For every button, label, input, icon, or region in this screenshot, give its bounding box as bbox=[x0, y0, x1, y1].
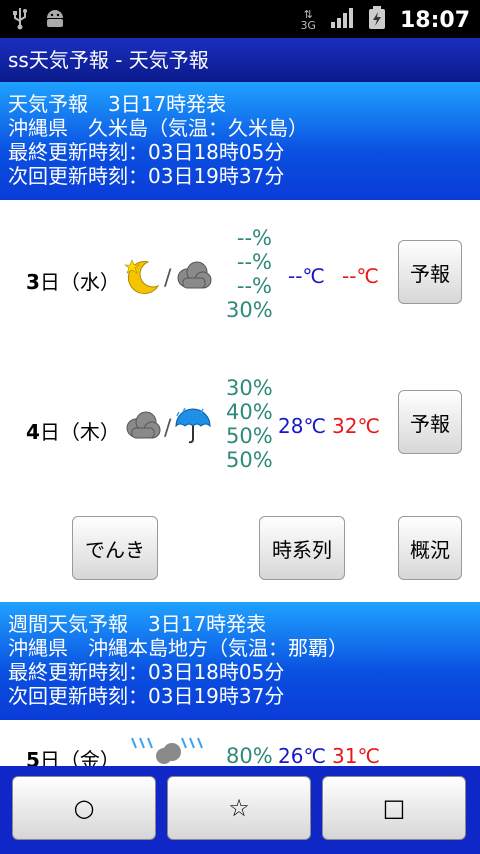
precip-chance: 30% bbox=[226, 376, 273, 400]
network-type-label: 3G bbox=[300, 19, 316, 32]
precip-chance: --% bbox=[236, 250, 272, 274]
precip-chance: 30% bbox=[226, 298, 273, 322]
precip-chance: 50% bbox=[226, 424, 273, 448]
app-title-bar: ss天気予報 - 天気予報 bbox=[0, 38, 480, 82]
battery-charging-icon bbox=[368, 6, 386, 34]
android-debug-icon bbox=[44, 7, 66, 33]
star-button[interactable]: ☆ bbox=[167, 776, 311, 840]
forecast-button[interactable]: 予報 bbox=[398, 240, 462, 304]
bottom-toolbar: ○ ☆ □ bbox=[0, 766, 480, 854]
cloud-icon bbox=[122, 408, 162, 448]
weekly-location: 沖縄県 沖縄本島地方（気温：那覇） bbox=[8, 636, 348, 660]
denki-button[interactable]: でんき bbox=[72, 516, 158, 580]
forecast-location: 沖縄県 久米島（気温：久米島） bbox=[8, 116, 308, 140]
umbrella-icon bbox=[173, 406, 213, 450]
weekly-row: 5日（金） 80% 26℃ 31℃ bbox=[0, 718, 480, 766]
clock: 18:07 bbox=[399, 7, 470, 33]
forecast-button[interactable]: 予報 bbox=[398, 390, 462, 454]
circle-button[interactable]: ○ bbox=[12, 776, 156, 840]
overview-button[interactable]: 概況 bbox=[398, 516, 462, 580]
weekly-info-panel: 週間天気予報 3日17時発表 沖縄県 沖縄本島地方（気温：那覇） 最終更新時刻：… bbox=[0, 602, 480, 720]
app-title: ss天気予報 - 天気予報 bbox=[8, 48, 209, 72]
cloud-icon bbox=[173, 258, 213, 298]
forecast-date: 3日（水） bbox=[26, 270, 120, 294]
usb-icon bbox=[10, 6, 30, 34]
network-3g-icon: ⇅ 3G bbox=[300, 8, 316, 32]
max-temp: --℃ bbox=[342, 264, 379, 288]
last-updated: 最終更新時刻：03日18時05分 bbox=[8, 140, 285, 164]
weekly-date: 5日（金） bbox=[26, 748, 120, 766]
forecast-issued: 天気予報 3日17時発表 bbox=[8, 92, 227, 116]
next-update: 次回更新時刻：03日19時37分 bbox=[8, 164, 285, 188]
precip-chance: 50% bbox=[226, 448, 273, 472]
weekly-min-temp: 26℃ bbox=[278, 744, 326, 766]
square-button[interactable]: □ bbox=[322, 776, 466, 840]
weekly-next-update: 次回更新時刻：03日19時37分 bbox=[8, 684, 285, 708]
weekly-issued: 週間天気予報 3日17時発表 bbox=[8, 612, 267, 636]
rain-icon bbox=[128, 736, 208, 766]
forecast-info-panel: 天気予報 3日17時発表 沖縄県 久米島（気温：久米島） 最終更新時刻：03日1… bbox=[0, 82, 480, 200]
weekly-precip: 80% bbox=[226, 744, 273, 766]
weekly-last-updated: 最終更新時刻：03日18時05分 bbox=[8, 660, 285, 684]
moon-icon bbox=[122, 256, 162, 300]
precip-chance: --% bbox=[236, 274, 272, 298]
slash-separator: / bbox=[164, 415, 172, 441]
forecast-date: 4日（木） bbox=[26, 420, 120, 444]
forecast-row: 4日（木） / 30% 40% 50% 50% 28℃ 32℃ 予報 bbox=[0, 376, 480, 476]
min-temp: --℃ bbox=[288, 264, 325, 288]
precip-chance: 40% bbox=[226, 400, 273, 424]
precip-chance: --% bbox=[236, 226, 272, 250]
max-temp: 32℃ bbox=[332, 414, 380, 438]
slash-separator: / bbox=[164, 265, 172, 291]
timeseries-button[interactable]: 時系列 bbox=[259, 516, 345, 580]
signal-icon bbox=[330, 7, 354, 33]
weekly-max-temp: 31℃ bbox=[332, 744, 380, 766]
forecast-row: 3日（水） / --% --% --% 30% --℃ --℃ 予報 bbox=[0, 226, 480, 326]
min-temp: 28℃ bbox=[278, 414, 326, 438]
status-bar: ⇅ 3G 18:07 bbox=[0, 0, 480, 38]
